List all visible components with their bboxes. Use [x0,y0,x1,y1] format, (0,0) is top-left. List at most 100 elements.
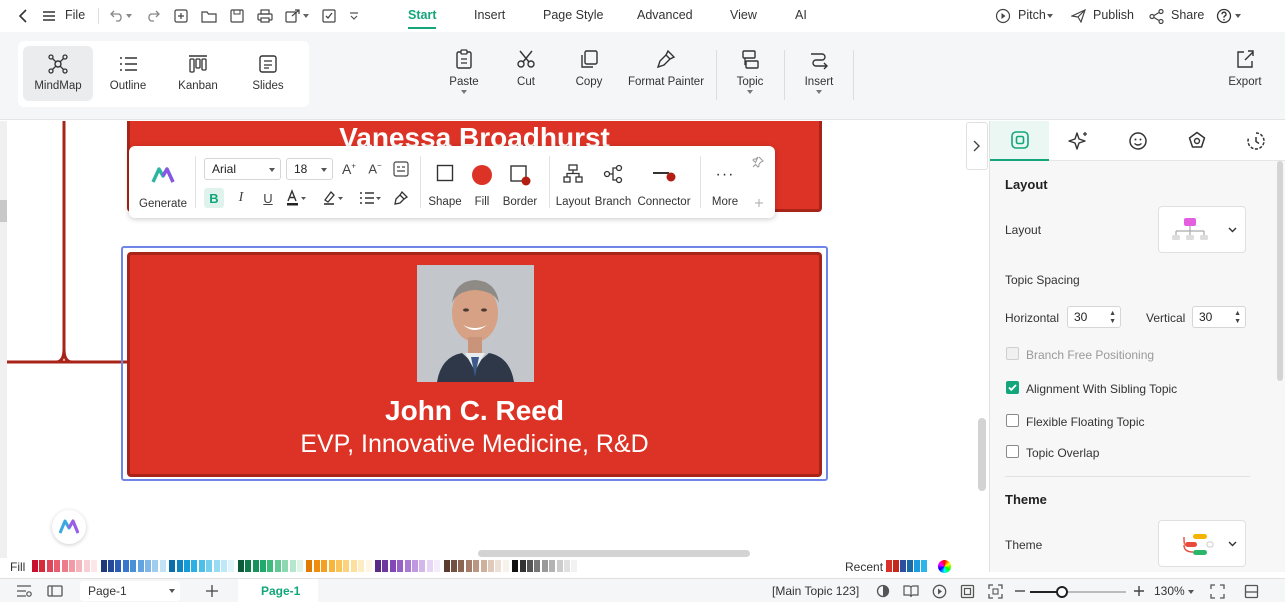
palette-color-swatch[interactable] [350,560,357,572]
generate-button[interactable]: Generate [137,162,189,210]
recent-color-swatch[interactable] [886,560,892,572]
palette-color-swatch[interactable] [426,560,433,572]
palette-color-swatch[interactable] [519,560,526,572]
zoom-slider-handle[interactable] [1056,586,1068,598]
palette-color-swatch[interactable] [115,560,122,572]
font-family-select[interactable]: Arial [204,158,281,180]
palette-color-swatch[interactable] [184,560,190,572]
more-chevron-icon[interactable] [345,7,363,25]
italic-icon[interactable]: I [231,188,251,208]
palette-color-swatch[interactable] [313,560,320,572]
tab-history-properties[interactable] [1226,121,1285,161]
increase-font-icon[interactable]: A+ [339,159,359,179]
cut-button[interactable]: Cut [510,48,542,88]
palette-color-swatch[interactable] [169,560,176,572]
help-icon[interactable] [1215,7,1233,25]
palette-color-swatch[interactable] [404,560,411,572]
palette-color-swatch[interactable] [159,560,166,572]
palette-color-swatch[interactable] [83,560,90,572]
undo-dropdown-caret-icon[interactable] [126,14,132,18]
recent-color-swatch[interactable] [893,560,899,572]
insert-button[interactable]: Insert [801,48,837,94]
paste-button[interactable]: Paste [446,48,482,94]
view-mindmap-button[interactable]: MindMap [23,46,93,101]
palette-color-swatch[interactable] [122,560,129,572]
topic-overlap-checkbox[interactable] [1006,445,1019,458]
palette-color-swatch[interactable] [541,560,548,572]
fullscreen-fit-icon[interactable] [987,583,1003,599]
tab-view[interactable]: View [730,8,757,22]
back-icon[interactable] [14,7,32,25]
palette-color-swatch[interactable] [206,560,213,572]
palette-color-swatch[interactable] [412,560,418,572]
palette-color-swatch[interactable] [458,560,465,572]
palette-color-swatch[interactable] [213,560,220,572]
palette-color-swatch[interactable] [252,560,259,572]
branch-button[interactable]: Branch [594,164,632,208]
palette-color-swatch[interactable] [397,560,404,572]
clear-format-icon[interactable] [391,188,411,208]
theme-mode-icon[interactable] [875,583,891,599]
palette-color-swatch[interactable] [488,560,494,572]
resize-handle-icon[interactable] [754,198,764,208]
tab-start[interactable]: Start [408,8,436,22]
book-view-icon[interactable] [903,583,919,599]
tab-theme-properties[interactable] [1167,121,1226,161]
tab-page-style[interactable]: Page Style [543,8,603,22]
theme-dropdown[interactable] [1158,520,1246,567]
tab-emoji-properties[interactable] [1108,121,1167,161]
vertical-spacing-input[interactable]: 30 ▲ ▼ [1192,306,1246,328]
tab-insert[interactable]: Insert [474,8,505,22]
palette-color-swatch[interactable] [480,560,487,572]
palette-color-swatch[interactable] [365,560,372,572]
outline-panel-icon[interactable] [16,583,32,599]
flexible-floating-checkbox[interactable] [1006,414,1019,427]
branch-free-positioning-checkbox[interactable] [1006,347,1019,360]
undo-icon[interactable] [108,7,126,25]
zoom-dropdown-caret-icon[interactable] [1188,590,1194,594]
play-slideshow-icon[interactable] [931,583,947,599]
palette-color-swatch[interactable] [443,560,450,572]
insert-dropdown-caret-icon[interactable] [816,90,822,94]
collapse-panel-button[interactable] [966,122,988,170]
export-dropdown-caret-icon[interactable] [303,14,309,18]
palette-color-swatch[interactable] [61,560,68,572]
pin-icon[interactable] [752,156,764,168]
palette-color-swatch[interactable] [221,560,227,572]
palette-color-swatch[interactable] [32,560,38,572]
tab-ai[interactable]: AI [795,8,807,22]
help-dropdown-caret-icon[interactable] [1235,14,1241,18]
page-select[interactable]: Page-1 [80,581,180,601]
recent-color-swatch[interactable] [921,560,927,572]
view-outline-button[interactable]: Outline [93,46,163,101]
palette-color-swatch[interactable] [534,560,541,572]
palette-color-swatch[interactable] [306,560,313,572]
print-icon[interactable] [256,7,274,25]
collapse-statusbar-icon[interactable] [1243,583,1259,599]
format-painter-button[interactable]: Format Painter [627,48,705,88]
connector-button[interactable]: Connector [636,164,692,208]
palette-color-swatch[interactable] [358,560,365,572]
palette-color-swatch[interactable] [382,560,389,572]
palette-color-swatch[interactable] [465,560,472,572]
stepper-arrows-icon[interactable]: ▲ ▼ [1109,310,1116,326]
palette-color-swatch[interactable] [451,560,457,572]
palette-color-swatch[interactable] [198,560,205,572]
pitch-dropdown-caret-icon[interactable] [1047,14,1053,18]
alignment-sibling-checkbox[interactable] [1006,381,1019,394]
palette-color-swatch[interactable] [297,560,303,572]
palette-color-swatch[interactable] [39,560,46,572]
palette-color-swatch[interactable] [108,560,114,572]
palette-color-swatch[interactable] [46,560,53,572]
fullscreen-icon[interactable] [1209,583,1225,599]
palette-color-swatch[interactable] [228,560,235,572]
tab-layout-properties[interactable] [990,121,1049,161]
zoom-level[interactable]: 130% [1154,584,1185,598]
palette-color-swatch[interactable] [260,560,266,572]
color-picker-wheel-icon[interactable] [938,560,951,573]
palette-color-swatch[interactable] [571,560,578,572]
recent-color-swatch[interactable] [907,560,913,572]
panel-scrollbar[interactable] [1277,161,1283,381]
bold-icon[interactable]: B [204,188,224,208]
fill-button[interactable]: Fill [466,164,498,208]
